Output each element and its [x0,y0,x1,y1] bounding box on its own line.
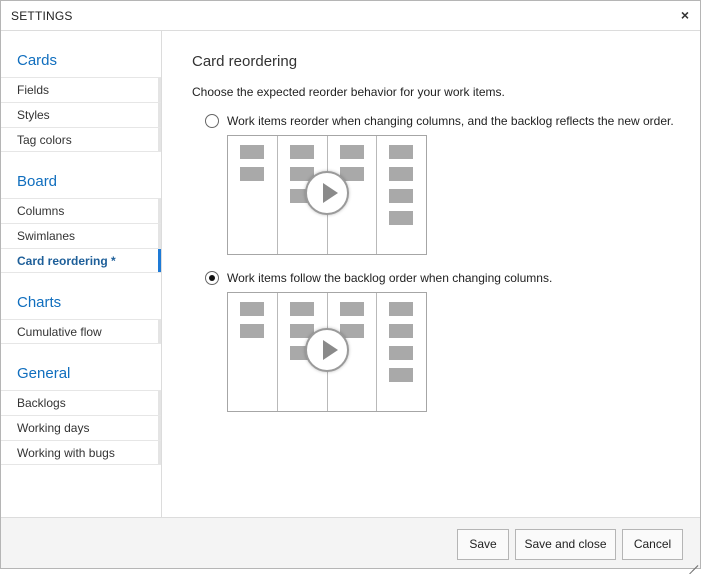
sidebar-item-backlogs[interactable]: Backlogs [1,390,161,415]
reorder-option-1-label[interactable]: Work items reorder when changing columns… [227,114,674,128]
save-button[interactable]: Save [457,529,509,560]
save-and-close-button[interactable]: Save and close [515,529,616,560]
board-column-divider [277,293,278,411]
title-bar: SETTINGS × [1,1,700,31]
settings-dialog: SETTINGS × Cards Fields Styles Tag color… [0,0,701,574]
sidebar-item-tag-colors[interactable]: Tag colors [1,127,161,152]
board-card [340,302,364,316]
sidebar-group-general: General Backlogs Working days Working wi… [1,344,161,465]
board-card [389,211,413,225]
board-card [389,368,413,382]
sidebar-item-cumulative-flow[interactable]: Cumulative flow [1,319,161,344]
page-description: Choose the expected reorder behavior for… [192,85,505,99]
sidebar-group-cards: Cards Fields Styles Tag colors [1,31,161,152]
board-card [389,167,413,181]
board-card [240,145,264,159]
board-column-divider [277,136,278,254]
settings-sidebar: Cards Fields Styles Tag colors Board Col… [1,31,162,517]
sidebar-item-swimlanes[interactable]: Swimlanes [1,223,161,248]
board-column-divider [376,293,377,411]
sidebar-item-fields[interactable]: Fields [1,77,161,102]
resize-grip-icon[interactable] [686,554,699,574]
sidebar-group-board: Board Columns Swimlanes Card reordering … [1,152,161,273]
board-card [240,324,264,338]
cancel-button[interactable]: Cancel [622,529,683,560]
sidebar-group-title: Charts [17,294,62,311]
reorder-option-2-radio[interactable] [205,271,219,285]
board-card [240,302,264,316]
reorder-option-2-label[interactable]: Work items follow the backlog order when… [227,271,552,285]
board-card [240,167,264,181]
settings-content: Card reordering Choose the expected reor… [162,31,700,517]
sidebar-item-columns[interactable]: Columns [1,198,161,223]
board-card [389,324,413,338]
reorder-option-2-preview[interactable] [227,292,427,412]
sidebar-group-charts: Charts Cumulative flow [1,273,161,344]
board-card [290,145,314,159]
sidebar-item-working-with-bugs[interactable]: Working with bugs [1,440,161,465]
board-card [389,145,413,159]
sidebar-group-title: Cards [17,52,58,69]
reorder-option-1-preview[interactable] [227,135,427,255]
sidebar-item-styles[interactable]: Styles [1,102,161,127]
play-icon[interactable] [305,171,349,215]
sidebar-group-title: Board [17,173,58,190]
sidebar-item-card-reordering[interactable]: Card reordering * [1,248,161,273]
reorder-option-1-radio[interactable] [205,114,219,128]
close-icon[interactable]: × [678,7,692,23]
board-column-divider [376,136,377,254]
board-card [389,189,413,203]
board-card [290,302,314,316]
sidebar-group-title: General [17,365,71,382]
play-icon[interactable] [305,328,349,372]
sidebar-item-working-days[interactable]: Working days [1,415,161,440]
board-card [340,145,364,159]
board-card [389,346,413,360]
dialog-footer: Save Save and close Cancel [1,517,700,574]
board-card [389,302,413,316]
page-title: Card reordering [192,53,298,70]
dialog-title: SETTINGS [11,9,73,23]
